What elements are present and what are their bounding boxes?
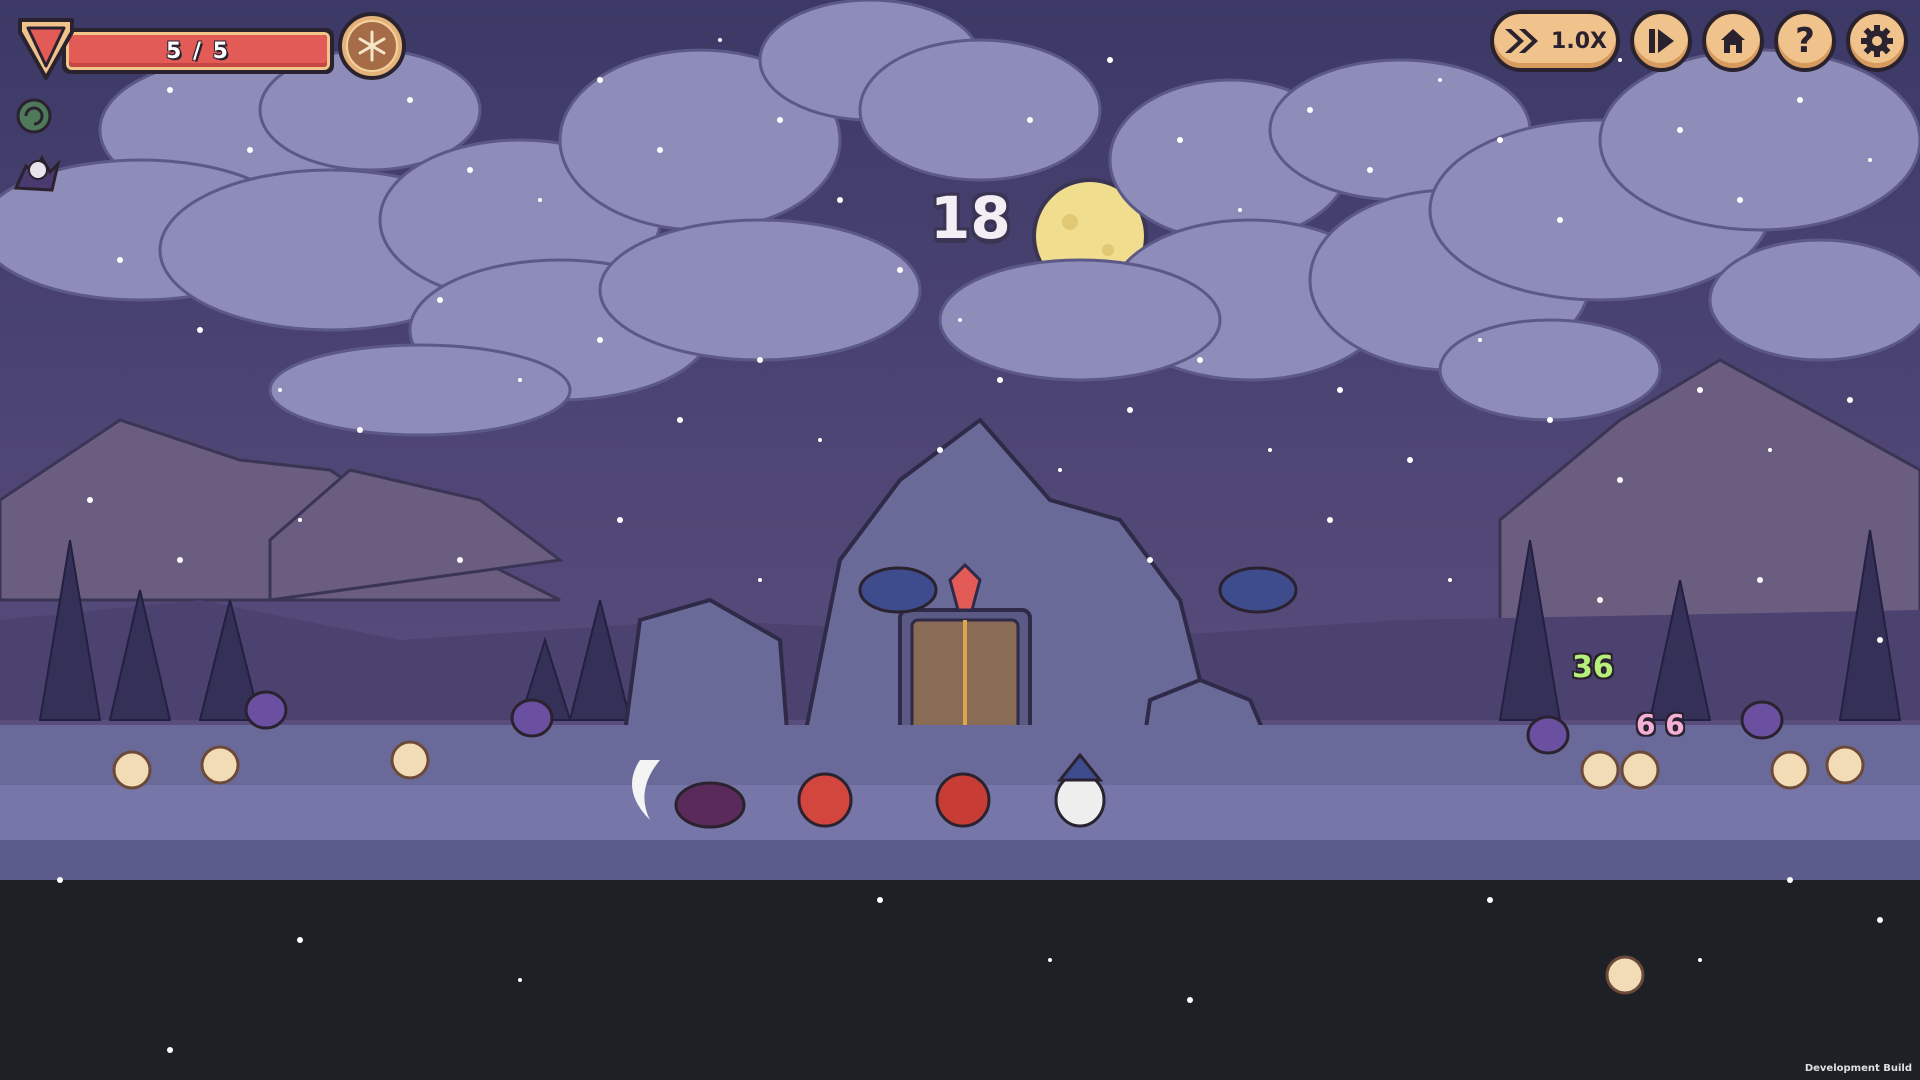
gear-icon xyxy=(1861,25,1893,57)
top-right-controls: 1.0X ? xyxy=(1490,10,1908,72)
damage-number: 6 6 xyxy=(1636,708,1685,741)
health-bar: 5 / 5 xyxy=(14,12,334,84)
health-track: 5 / 5 xyxy=(62,28,334,74)
snowflake-ability-button[interactable] xyxy=(338,12,406,80)
help-button[interactable]: ? xyxy=(1774,10,1836,72)
snail-shell-icon xyxy=(16,98,52,134)
fast-forward-icon xyxy=(1505,29,1539,53)
home-icon xyxy=(1721,29,1745,53)
game-speed-button[interactable]: 1.0X xyxy=(1490,10,1620,72)
health-text: 5 / 5 xyxy=(166,39,230,64)
gem-shield-icon xyxy=(18,18,74,80)
damage-number: 36 xyxy=(1572,650,1614,685)
question-mark-icon: ? xyxy=(1795,21,1815,61)
snowflake-icon xyxy=(358,30,386,62)
settings-button[interactable] xyxy=(1846,10,1908,72)
game-speed-label: 1.0X xyxy=(1551,28,1607,54)
game-scene xyxy=(0,0,1920,1080)
status-effects xyxy=(12,90,72,206)
development-build-label: Development Build xyxy=(1804,1063,1912,1074)
game-stage[interactable]: 5 / 5 1.0X ? 18 36 6 6 Development Build xyxy=(0,0,1920,1080)
ghost-bat-icon xyxy=(13,154,61,192)
play-step-button[interactable] xyxy=(1630,10,1692,72)
home-button[interactable] xyxy=(1702,10,1764,72)
wave-counter: 18 xyxy=(930,184,1011,252)
play-bar-icon xyxy=(1649,29,1674,53)
